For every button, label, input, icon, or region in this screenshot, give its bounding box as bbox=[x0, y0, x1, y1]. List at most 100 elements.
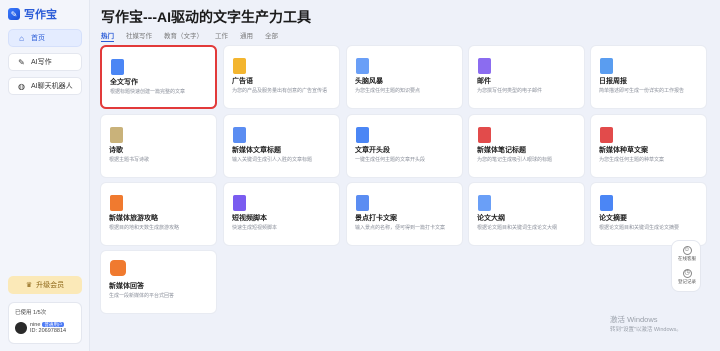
logo-icon: ✎ bbox=[8, 8, 20, 20]
usage-panel: 已使用 1/5次 nine 普通用户 ID: 206978814 bbox=[8, 302, 82, 344]
customer-service-label: 在线客服 bbox=[678, 256, 696, 261]
right-float-panel: ☺ 在线客服 ◷ 登记记录 bbox=[671, 240, 701, 292]
card-description: 输入景点的名称，便可得到一篇打卡文案 bbox=[355, 225, 446, 231]
customer-service-button[interactable]: ☺ 在线客服 bbox=[672, 246, 702, 262]
document-icon bbox=[600, 195, 613, 211]
document-icon bbox=[356, 127, 369, 143]
sidebar-item-ai-writing[interactable]: ✎ AI写作 bbox=[8, 53, 82, 71]
app-logo[interactable]: ✎ 写作宝 bbox=[8, 6, 57, 22]
document-icon bbox=[111, 59, 124, 75]
tab-general[interactable]: 通用 bbox=[240, 30, 253, 42]
tool-card[interactable]: 新媒体回答生成一段新媒体的平台式回答 bbox=[100, 250, 217, 314]
chat-icon: ◍ bbox=[18, 81, 25, 91]
card-title: 新媒体回答 bbox=[109, 283, 144, 290]
document-icon bbox=[478, 127, 491, 143]
watermark-line1: 激活 Windows bbox=[610, 315, 658, 324]
card-description: 为您生成任何主题的知识要点 bbox=[355, 88, 421, 94]
card-description: 为您撰写任何类型的电子邮件 bbox=[477, 88, 543, 94]
tool-card[interactable]: 诗歌根据主题书写诗歌 bbox=[100, 114, 217, 178]
card-title: 全文写作 bbox=[110, 79, 138, 86]
card-description: 根据标题快速创建一篇完整的文章 bbox=[110, 89, 186, 95]
document-icon bbox=[478, 58, 491, 74]
card-title: 论文摘要 bbox=[599, 215, 627, 222]
tool-card[interactable]: 全文写作根据标题快速创建一篇完整的文章 bbox=[100, 45, 217, 109]
document-icon bbox=[478, 195, 491, 211]
card-title: 新媒体文章标题 bbox=[232, 147, 281, 154]
document-icon bbox=[233, 127, 246, 143]
sidebar-item-label: 首页 bbox=[31, 35, 45, 42]
tab-education[interactable]: 教育（文字） bbox=[164, 30, 203, 42]
card-title: 广告语 bbox=[232, 78, 253, 85]
clock-icon: ◷ bbox=[682, 269, 692, 278]
card-title: 新媒体旅游攻略 bbox=[109, 215, 158, 222]
document-icon bbox=[110, 127, 123, 143]
card-description: 快速生成短视频脚本 bbox=[232, 225, 278, 231]
document-icon bbox=[600, 58, 613, 74]
card-title: 景点打卡文案 bbox=[355, 215, 397, 222]
card-description: 根据主题书写诗歌 bbox=[109, 157, 150, 163]
sidebar-item-label: AI聊天机器人 bbox=[31, 83, 73, 90]
tab-all[interactable]: 全部 bbox=[265, 30, 278, 42]
tab-hot[interactable]: 热门 bbox=[101, 30, 114, 42]
sidebar-item-home[interactable]: ⌂ 首页 bbox=[8, 29, 82, 47]
card-description: 为您的笔记生成吸引人眼球的标题 bbox=[477, 157, 553, 163]
tool-card[interactable]: 广告语为您的产品及服务量出有创意的广告宣传语 bbox=[223, 45, 340, 109]
user-id: ID: 206978814 bbox=[30, 328, 67, 334]
document-icon bbox=[356, 195, 369, 211]
tool-card[interactable]: 论文摘要根据论文题目和关键词生成论文摘要 bbox=[590, 182, 707, 246]
document-icon bbox=[600, 127, 613, 143]
card-description: 一键生成任何主题的文章开头段 bbox=[355, 157, 426, 163]
sidebar-item-label: AI写作 bbox=[31, 59, 52, 66]
user-badge: 普通用户 bbox=[42, 322, 65, 327]
crown-icon: ♛ bbox=[25, 282, 33, 289]
usage-text: 已使用 1/5次 bbox=[15, 310, 47, 316]
card-title: 新媒体笔记标题 bbox=[477, 147, 526, 154]
upgrade-label: 升级会员 bbox=[36, 282, 65, 289]
card-title: 文章开头段 bbox=[355, 147, 390, 154]
card-description: 生成一段新媒体的平台式回答 bbox=[109, 293, 175, 299]
document-icon bbox=[110, 260, 126, 276]
pen-icon: ✎ bbox=[18, 57, 25, 67]
tool-card[interactable]: 邮件为您撰写任何类型的电子邮件 bbox=[468, 45, 585, 109]
tab-social[interactable]: 社媒写作 bbox=[126, 30, 152, 42]
tool-card[interactable]: 新媒体笔记标题为您的笔记生成吸引人眼球的标题 bbox=[468, 114, 585, 178]
card-title: 论文大纲 bbox=[477, 215, 505, 222]
watermark-line2: 转到"设置"以激活 Windows。 bbox=[610, 327, 682, 333]
tool-card[interactable]: 文章开头段一键生成任何主题的文章开头段 bbox=[346, 114, 463, 178]
document-icon bbox=[233, 58, 246, 74]
card-description: 为您生成任何主题的种草文案 bbox=[599, 157, 665, 163]
card-title: 新媒体种草文案 bbox=[599, 147, 648, 154]
card-description: 为您的产品及服务量出有创意的广告宣传语 bbox=[232, 88, 328, 94]
card-title: 头脑风暴 bbox=[355, 78, 383, 85]
tool-card[interactable]: 头脑风暴为您生成任何主题的知识要点 bbox=[346, 45, 463, 109]
tool-card[interactable]: 论文大纲根据论文题目和关键词生成论文大纲 bbox=[468, 182, 585, 246]
card-description: 简单描述即可生成一份详实的工作报告 bbox=[599, 88, 685, 94]
document-icon bbox=[233, 195, 246, 211]
tool-card[interactable]: 新媒体文章标题输入关键词生成引人入胜的文章标题 bbox=[223, 114, 340, 178]
card-description: 输入关键词生成引人入胜的文章标题 bbox=[232, 157, 313, 163]
card-title: 诗歌 bbox=[109, 147, 123, 154]
tool-card[interactable]: 日报周报 简单描述即可生成一份详实的工作报告 bbox=[590, 45, 707, 109]
card-description: 根据论文题目和关键词生成论文大纲 bbox=[477, 225, 558, 231]
upgrade-button[interactable]: ♛ 升级会员 bbox=[8, 276, 82, 294]
tool-card[interactable]: 新媒体旅游攻略根据目的地和天数生成旅游攻略 bbox=[100, 182, 217, 246]
card-title: 邮件 bbox=[477, 78, 491, 85]
page-title: 写作宝---AI驱动的文字生产力工具 bbox=[101, 9, 311, 25]
tool-card[interactable]: 景点打卡文案输入景点的名称，便可得到一篇打卡文案 bbox=[346, 182, 463, 246]
category-tabs: 热门 社媒写作 教育（文字） 工作 通用 全部 bbox=[101, 30, 278, 42]
sidebar-item-ai-chatbot[interactable]: ◍ AI聊天机器人 bbox=[8, 77, 82, 95]
headset-icon: ☺ bbox=[682, 246, 692, 255]
logo-text: 写作宝 bbox=[24, 9, 57, 21]
sidebar: ✎ 写作宝 ⌂ 首页 ✎ AI写作 ◍ AI聊天机器人 ♛ 升级会员 已使用 1… bbox=[0, 0, 90, 351]
windows-watermark: 激活 Windows 转到"设置"以激活 Windows。 bbox=[610, 315, 682, 335]
record-button[interactable]: ◷ 登记记录 bbox=[672, 269, 702, 285]
document-icon bbox=[110, 195, 123, 211]
tool-card[interactable]: 新媒体种草文案为您生成任何主题的种草文案 bbox=[590, 114, 707, 178]
tab-work[interactable]: 工作 bbox=[215, 30, 228, 42]
card-description: 根据目的地和天数生成旅游攻略 bbox=[109, 225, 180, 231]
main-content: 写作宝---AI驱动的文字生产力工具 热门 社媒写作 教育（文字） 工作 通用 … bbox=[90, 0, 720, 351]
card-description: 根据论文题目和关键词生成论文摘要 bbox=[599, 225, 680, 231]
avatar[interactable] bbox=[15, 322, 27, 334]
tool-card[interactable]: 短视频脚本 快速生成短视频脚本 bbox=[223, 182, 340, 246]
record-label: 登记记录 bbox=[678, 279, 696, 284]
